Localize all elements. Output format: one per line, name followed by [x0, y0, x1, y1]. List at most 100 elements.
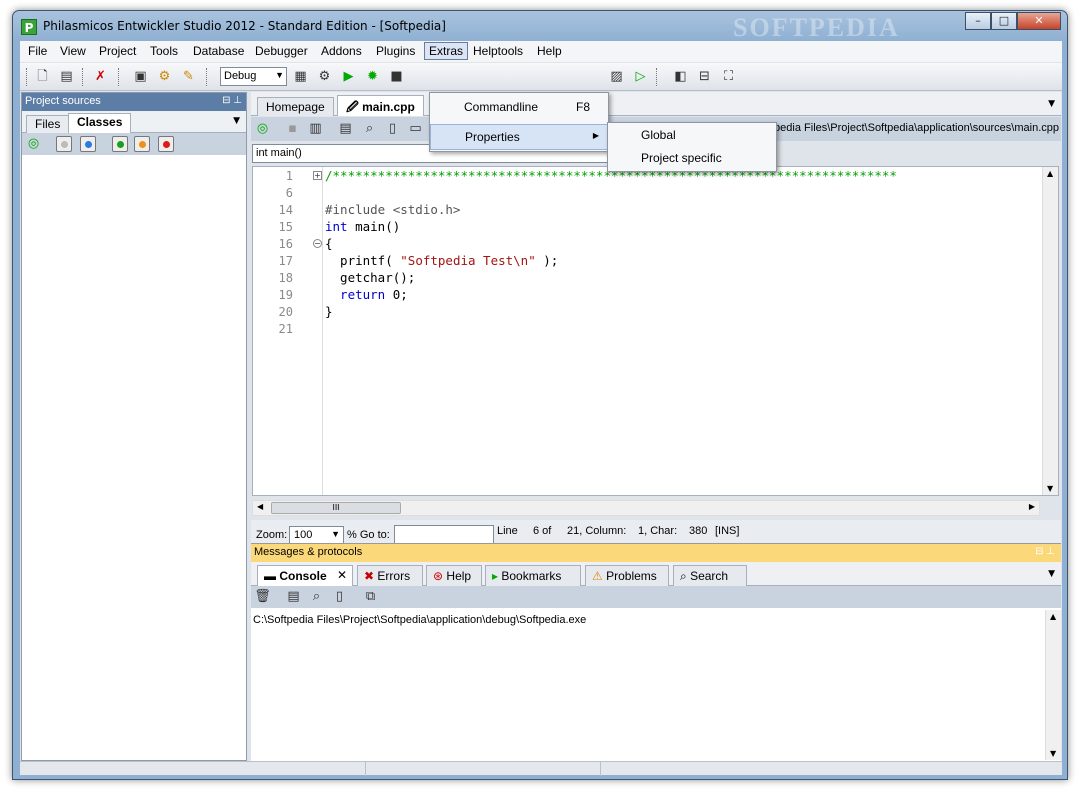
tab-label: Help — [446, 569, 472, 583]
menu-plugins[interactable]: Plugins — [376, 44, 415, 58]
menu-project[interactable]: Project — [99, 44, 136, 58]
code-editor[interactable]: 1 6 14 15 16 17 18 19 20 21 + − /*******… — [252, 166, 1059, 496]
debug-icon[interactable]: ✹ — [364, 68, 381, 85]
menu-extras[interactable]: Extras — [424, 42, 469, 60]
insert-mode: [INS] — [715, 525, 740, 537]
console-vertical-scrollbar[interactable]: ▲ ▼ — [1045, 610, 1061, 760]
tab-label: Search — [690, 569, 729, 583]
layout-left-icon[interactable]: ◧ — [672, 68, 689, 85]
close-file-icon[interactable]: ✗ — [92, 68, 109, 85]
close-icon[interactable]: ✕ — [337, 568, 347, 582]
menu-tools[interactable]: Tools — [150, 44, 178, 58]
status-divider — [600, 762, 601, 776]
tab-help[interactable]: ⊛ Help — [426, 565, 482, 586]
fullscreen-icon[interactable]: ⛶ — [720, 68, 737, 85]
scroll-right-icon[interactable]: ▶ — [1029, 502, 1035, 511]
tab-console[interactable]: ▬ Console ✕ — [257, 565, 353, 586]
filter-orange-button[interactable] — [134, 136, 150, 152]
tab-problems[interactable]: ⚠ Problems — [585, 565, 669, 586]
editor-horizontal-scrollbar[interactable]: ◀ III ▶ — [252, 500, 1040, 516]
menu-addons[interactable]: Addons — [321, 44, 362, 58]
tab-homepage[interactable]: Homepage — [257, 97, 334, 116]
filter-blue-button[interactable] — [80, 136, 96, 152]
scroll-up-icon[interactable]: ▲ — [1050, 612, 1056, 621]
code-brace: } — [325, 304, 333, 319]
filter-green-button[interactable] — [112, 136, 128, 152]
zoom-select[interactable]: 100 ▼ — [289, 526, 344, 544]
layout-split-icon[interactable]: ⊟ — [696, 68, 713, 85]
tab-errors[interactable]: ✖ Errors — [357, 565, 423, 586]
tab-search[interactable]: ⌕ Search — [673, 565, 747, 586]
save-icon[interactable]: ▪ — [284, 120, 301, 137]
tab-files[interactable]: Files — [26, 115, 70, 133]
fold-expand-icon[interactable]: + — [313, 171, 322, 180]
tab-bookmarks[interactable]: ▸ Bookmarks — [485, 565, 581, 586]
maximize-button[interactable]: □ — [991, 12, 1017, 30]
window-icon[interactable]: ▣ — [132, 68, 149, 85]
minimize-button[interactable]: – — [965, 12, 991, 30]
close-button[interactable]: ✕ — [1017, 12, 1061, 30]
deploy-icon[interactable]: ▨ — [608, 68, 625, 85]
trash-icon[interactable]: 🗑 — [254, 588, 271, 605]
goto-input[interactable] — [394, 525, 494, 545]
scroll-thumb[interactable]: III — [271, 502, 401, 514]
tab-main-cpp[interactable]: 🖉 main.cpp — [337, 95, 424, 116]
editor-vertical-scrollbar[interactable]: ▲ ▼ — [1042, 167, 1058, 495]
chevron-down-icon[interactable]: ▼ — [1048, 569, 1055, 579]
filter-red-button[interactable] — [158, 136, 174, 152]
chevron-down-icon[interactable]: ▼ — [1048, 99, 1055, 109]
page-icon[interactable]: ▯ — [384, 120, 401, 137]
run-icon[interactable]: ▶ — [340, 68, 357, 85]
code-text: printf( — [325, 253, 401, 268]
build-config-select[interactable]: Debug ▼ — [220, 67, 287, 86]
menu-project-specific[interactable]: Project specific — [608, 148, 776, 170]
line-number: 6 — [285, 186, 293, 200]
tab-classes[interactable]: Classes — [68, 113, 132, 133]
save-all-icon[interactable]: ▥ — [307, 120, 324, 137]
window-title: Philasmicos Entwickler Studio 2012 - Sta… — [43, 19, 446, 33]
pin-icon[interactable]: ⊟ ⊥ — [1035, 546, 1055, 557]
line-number: 1 — [285, 169, 293, 183]
page-icon[interactable]: ▯ — [331, 588, 348, 605]
filter-gray-button[interactable] — [56, 136, 72, 152]
menu-help[interactable]: Help — [537, 44, 562, 58]
main-toolbar: 🗋 ▤ ✗ ▣ ⚙ ✎ Debug ▼ ▦ ⚙ ▶ ✹ ■ ▨ ▷ ◧ ⊟ ⛶ — [20, 63, 1062, 91]
print-icon[interactable]: ▤ — [337, 120, 354, 137]
console-output[interactable]: C:\Softpedia Files\Project\Softpedia\app… — [253, 614, 586, 626]
scroll-up-icon[interactable]: ▲ — [1047, 169, 1053, 178]
menu-helptools[interactable]: Helptools — [473, 44, 523, 58]
print-icon[interactable]: ▤ — [285, 588, 302, 605]
zoom-label: Zoom: — [256, 529, 288, 541]
scroll-down-icon[interactable]: ▼ — [1050, 749, 1056, 758]
app-logo-icon: P — [21, 19, 37, 35]
code-string: "Softpedia Test\n" — [400, 253, 536, 268]
chevron-down-icon[interactable]: ▼ — [233, 116, 240, 126]
fold-collapse-icon[interactable]: − — [313, 239, 322, 248]
copy-icon[interactable]: ⧉ — [362, 588, 379, 605]
stop-icon[interactable]: ■ — [388, 68, 405, 85]
build-icon[interactable]: ⚙ — [316, 68, 333, 85]
refresh-icon[interactable]: ◎ — [25, 135, 42, 152]
menu-global[interactable]: Global — [608, 125, 776, 147]
pages-icon[interactable]: ▭ — [407, 120, 424, 137]
print-icon[interactable]: ▤ — [58, 68, 75, 85]
print-preview-icon[interactable]: ⌕ — [308, 588, 325, 605]
menu-database[interactable]: Database — [193, 44, 244, 58]
settings-icon[interactable]: ⚙ — [156, 68, 173, 85]
edit-icon[interactable]: ✎ — [180, 68, 197, 85]
menu-debugger[interactable]: Debugger — [255, 44, 308, 58]
pin-icon[interactable]: ⊟ ⊥ — [222, 95, 242, 106]
line-number: 15 — [278, 220, 293, 234]
new-file-icon[interactable]: 🗋 — [34, 68, 51, 85]
refresh-icon[interactable]: ◎ — [254, 120, 271, 137]
menu-file[interactable]: File — [28, 44, 47, 58]
run-project-icon[interactable]: ▷ — [632, 68, 649, 85]
menu-commandline[interactable]: Commandline F8 — [430, 95, 608, 121]
menu-view[interactable]: View — [60, 44, 86, 58]
properties-icon[interactable]: ▦ — [292, 68, 309, 85]
scroll-left-icon[interactable]: ◀ — [257, 502, 263, 511]
print-preview-icon[interactable]: ⌕ — [361, 120, 378, 137]
menu-properties[interactable]: Properties ▶ — [430, 124, 608, 150]
scroll-down-icon[interactable]: ▼ — [1047, 484, 1053, 493]
title-bar[interactable]: P Philasmicos Entwickler Studio 2012 - S… — [13, 11, 1067, 42]
